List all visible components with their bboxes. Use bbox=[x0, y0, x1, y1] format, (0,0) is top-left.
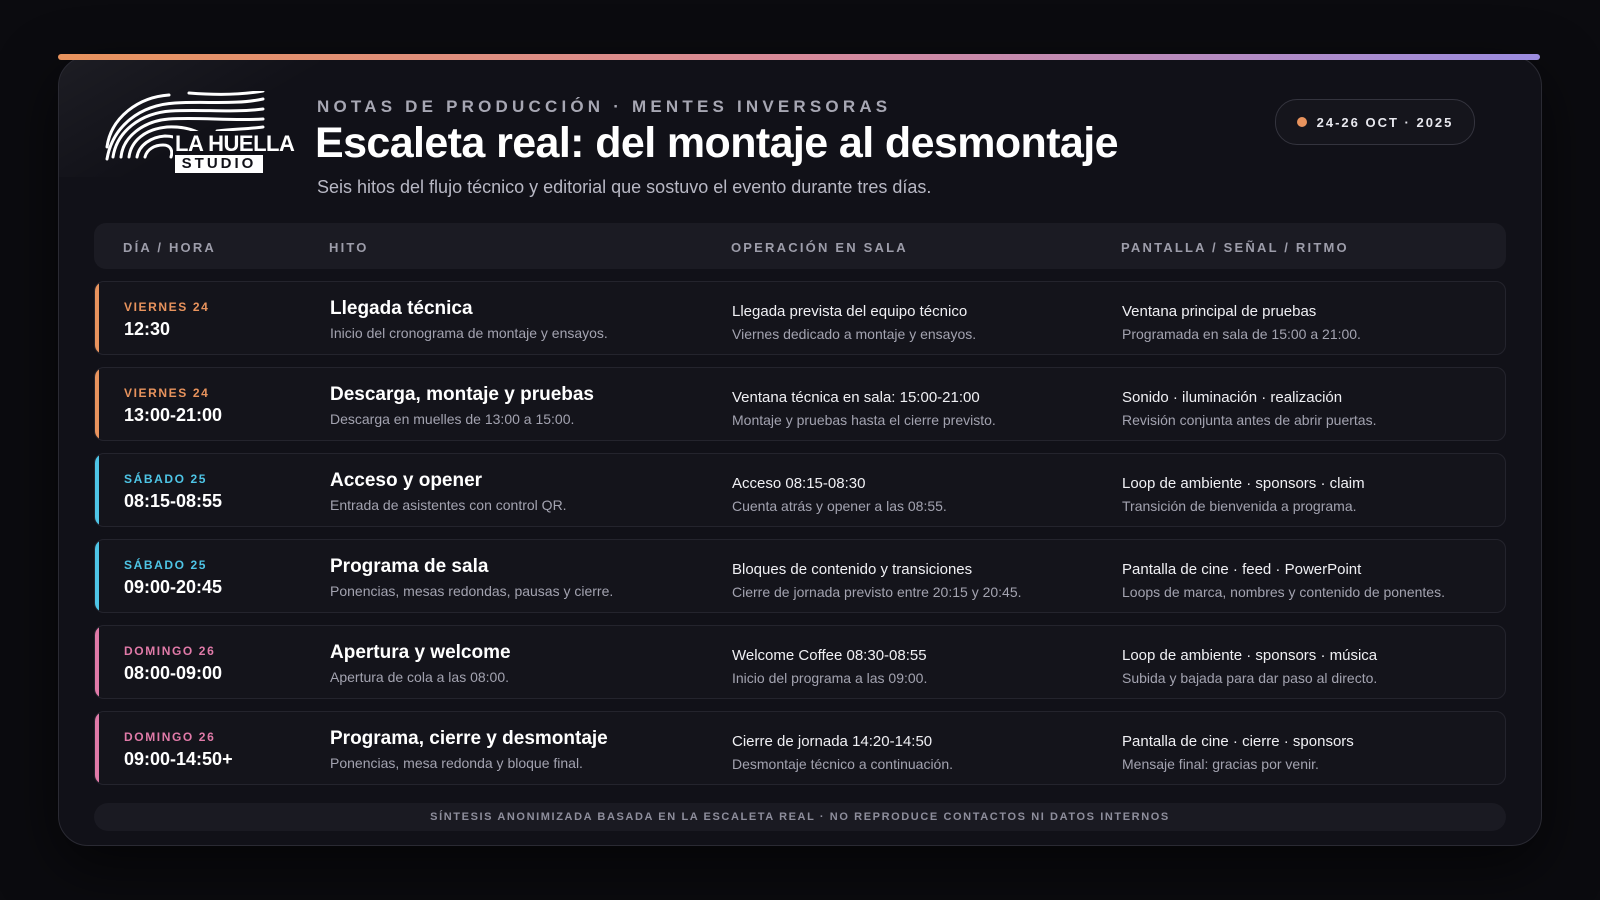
studio-logo: LA HUELLA STUDIO bbox=[105, 89, 297, 173]
row-operation-desc: Desmontaje técnico a continuación. bbox=[732, 756, 954, 772]
table-row: SÁBADO 25 08:15-08:55 Acceso y opener En… bbox=[94, 453, 1506, 527]
row-day: VIERNES 24 bbox=[124, 300, 210, 314]
row-screen-title: Pantalla de cine · cierre · sponsors bbox=[1122, 733, 1354, 750]
page-title: Escaleta real: del montaje al desmontaje bbox=[315, 119, 1118, 167]
logo-text-la-huella: LA HUELLA bbox=[173, 131, 297, 157]
row-day: VIERNES 24 bbox=[124, 386, 210, 400]
row-hito-desc: Entrada de asistentes con control QR. bbox=[330, 497, 567, 513]
row-time: 08:15-08:55 bbox=[124, 491, 223, 511]
row-hito-title: Programa de sala bbox=[330, 556, 489, 577]
row-screen-desc: Revisión conjunta antes de abrir puertas… bbox=[1122, 412, 1377, 428]
row-accent-bar bbox=[95, 712, 99, 784]
row-operation-title: Cierre de jornada 14:20-14:50 bbox=[732, 733, 933, 750]
row-accent-bar bbox=[95, 454, 99, 526]
column-header-hito: HITO bbox=[329, 240, 369, 255]
date-badge: 24-26 OCT · 2025 bbox=[1275, 99, 1475, 145]
row-day: SÁBADO 25 bbox=[124, 558, 208, 572]
row-time: 08:00-09:00 bbox=[124, 663, 223, 683]
row-screen-title: Loop de ambiente · sponsors · música bbox=[1122, 647, 1378, 664]
row-day: DOMINGO 26 bbox=[124, 730, 216, 744]
row-hito-title: Descarga, montaje y pruebas bbox=[330, 384, 594, 405]
row-accent-bar bbox=[95, 626, 99, 698]
row-time: 09:00-14:50+ bbox=[124, 749, 233, 769]
row-operation-desc: Inicio del programa a las 09:00. bbox=[732, 670, 928, 686]
row-day: SÁBADO 25 bbox=[124, 472, 208, 486]
row-screen-title: Loop de ambiente · sponsors · claim bbox=[1122, 475, 1365, 492]
row-screen-title: Pantalla de cine · feed · PowerPoint bbox=[1122, 561, 1362, 578]
row-operation-title: Ventana técnica en sala: 15:00-21:00 bbox=[732, 389, 980, 406]
row-screen-desc: Loops de marca, nombres y contenido de p… bbox=[1122, 584, 1445, 600]
row-operation-title: Welcome Coffee 08:30-08:55 bbox=[732, 647, 927, 664]
row-hito-title: Acceso y opener bbox=[330, 470, 483, 491]
page-subtitle: Seis hitos del flujo técnico y editorial… bbox=[317, 177, 932, 197]
row-operation-desc: Cuenta atrás y opener a las 08:55. bbox=[732, 498, 947, 514]
date-badge-text: 24-26 OCT · 2025 bbox=[1316, 114, 1454, 130]
eyebrow-label: NOTAS DE PRODUCCIÓN · MENTES INVERSORAS bbox=[317, 97, 892, 116]
table-header: DÍA / HORA HITO OPERACIÓN EN SALA PANTAL… bbox=[94, 223, 1506, 269]
row-operation-title: Llegada prevista del equipo técnico bbox=[732, 303, 968, 320]
column-header-day: DÍA / HORA bbox=[123, 240, 217, 255]
table-row: VIERNES 24 13:00-21:00 Descarga, montaje… bbox=[94, 367, 1506, 441]
table-row: DOMINGO 26 09:00-14:50+ Programa, cierre… bbox=[94, 711, 1506, 785]
row-time: 12:30 bbox=[124, 319, 171, 339]
table-row: DOMINGO 26 08:00-09:00 Apertura y welcom… bbox=[94, 625, 1506, 699]
logo-text-studio: STUDIO bbox=[175, 155, 263, 173]
row-accent-bar bbox=[95, 282, 99, 354]
row-accent-bar bbox=[95, 368, 99, 440]
row-time: 13:00-21:00 bbox=[124, 405, 223, 425]
row-hito-desc: Ponencias, mesas redondas, pausas y cier… bbox=[330, 583, 614, 599]
row-hito-desc: Descarga en muelles de 13:00 a 15:00. bbox=[330, 411, 575, 427]
table-row: SÁBADO 25 09:00-20:45 Programa de sala P… bbox=[94, 539, 1506, 613]
row-operation-desc: Viernes dedicado a montaje y ensayos. bbox=[732, 326, 977, 342]
date-dot-icon bbox=[1296, 117, 1307, 127]
column-header-operation: OPERACIÓN EN SALA bbox=[731, 240, 908, 255]
row-operation-title: Acceso 08:15-08:30 bbox=[732, 475, 866, 492]
row-day: DOMINGO 26 bbox=[124, 644, 216, 658]
row-operation-desc: Montaje y pruebas hasta el cierre previs… bbox=[732, 412, 996, 428]
gradient-top-bar bbox=[58, 54, 1540, 60]
row-screen-title: Sonido · iluminación · realización bbox=[1122, 389, 1343, 406]
row-hito-title: Llegada técnica bbox=[330, 298, 473, 319]
row-hito-desc: Inicio del cronograma de montaje y ensay… bbox=[330, 325, 608, 341]
row-hito-desc: Apertura de cola a las 08:00. bbox=[330, 669, 510, 685]
row-hito-title: Apertura y welcome bbox=[330, 642, 511, 663]
table-row: VIERNES 24 12:30 Llegada técnica Inicio … bbox=[94, 281, 1506, 355]
row-screen-title: Ventana principal de pruebas bbox=[1122, 303, 1317, 320]
row-hito-title: Programa, cierre y desmontaje bbox=[330, 728, 608, 749]
row-screen-desc: Subida y bajada para dar paso al directo… bbox=[1122, 670, 1378, 686]
row-screen-desc: Programada en sala de 15:00 a 21:00. bbox=[1122, 326, 1361, 342]
table-body: VIERNES 24 12:30 Llegada técnica Inicio … bbox=[94, 281, 1506, 797]
row-time: 09:00-20:45 bbox=[124, 577, 223, 597]
row-operation-title: Bloques de contenido y transiciones bbox=[732, 561, 973, 578]
row-screen-desc: Transición de bienvenida a programa. bbox=[1122, 498, 1357, 514]
footer-note: SÍNTESIS ANONIMIZADA BASADA EN LA ESCALE… bbox=[94, 803, 1506, 831]
column-header-screen: PANTALLA / SEÑAL / RITMO bbox=[1121, 240, 1349, 255]
row-operation-desc: Cierre de jornada previsto entre 20:15 y… bbox=[732, 584, 1022, 600]
row-hito-desc: Ponencias, mesa redonda y bloque final. bbox=[330, 755, 583, 771]
schedule-card: LA HUELLA STUDIO NOTAS DE PRODUCCIÓN · M… bbox=[58, 56, 1542, 846]
row-accent-bar bbox=[95, 540, 99, 612]
row-screen-desc: Mensaje final: gracias por venir. bbox=[1122, 756, 1319, 772]
